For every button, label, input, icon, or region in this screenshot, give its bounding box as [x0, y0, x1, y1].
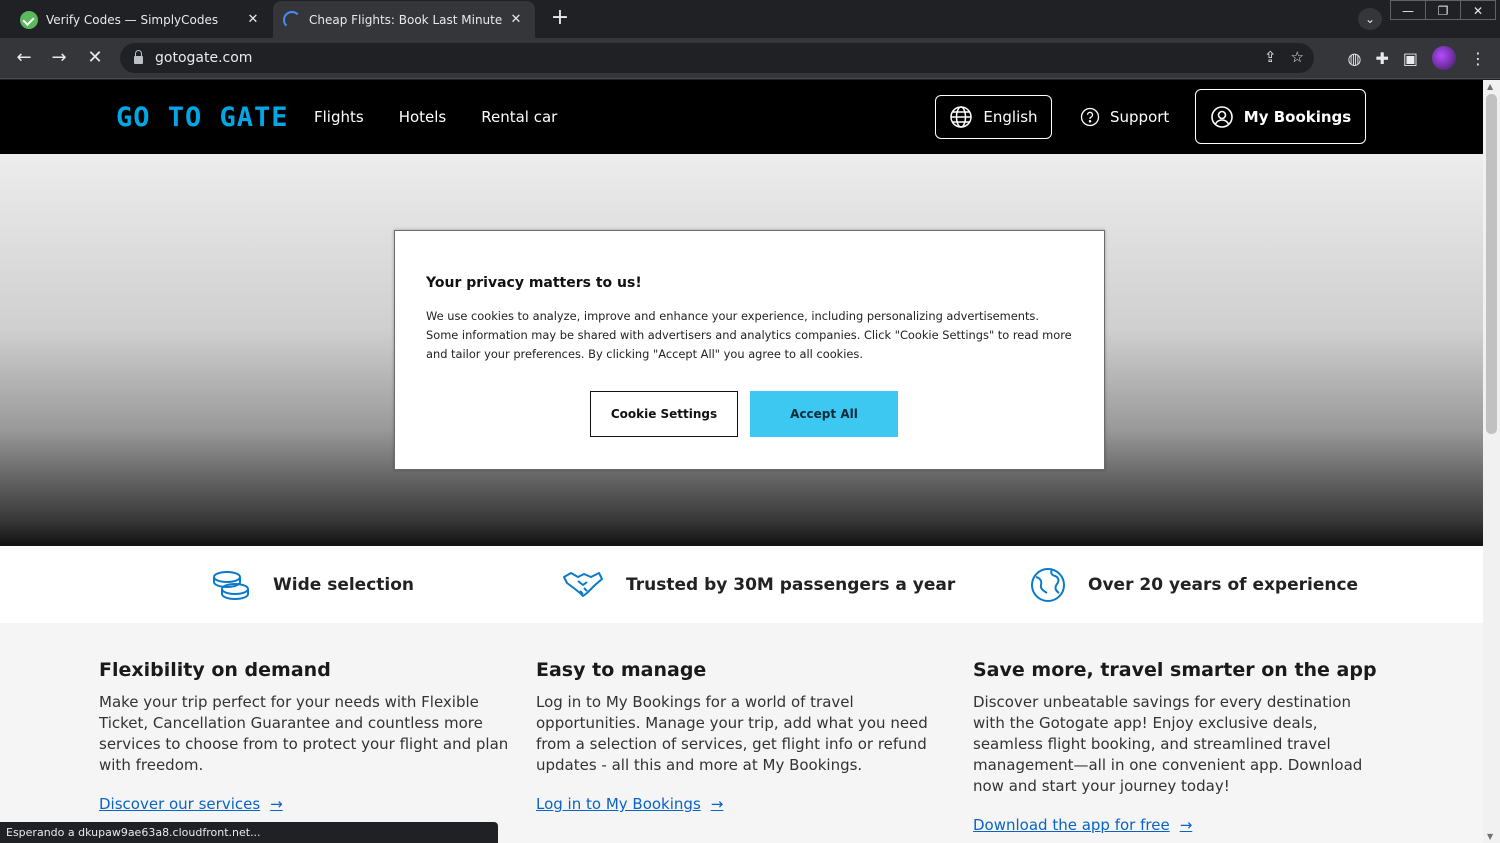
- link-label: Discover our services: [99, 795, 261, 813]
- restore-icon[interactable]: ❐: [1425, 0, 1461, 20]
- feature-wide-selection: Wide selection: [211, 546, 414, 623]
- cookie-title: Your privacy matters to us!: [426, 275, 642, 291]
- nav-rental-car[interactable]: Rental car: [481, 108, 557, 126]
- coins-icon: [213, 570, 249, 600]
- nav-hotels[interactable]: Hotels: [399, 108, 447, 126]
- stop-loading-icon[interactable]: ✕: [83, 46, 107, 70]
- tab-title: Verify Codes — SimplyCodes: [46, 12, 219, 27]
- feature-label: Trusted by 30M passengers a year: [626, 574, 956, 595]
- language-label: English: [983, 108, 1038, 126]
- site-header: GO TO GATE Flights Hotels Rental car Eng…: [0, 80, 1483, 154]
- tab-search-chevron-icon[interactable]: ⌄: [1358, 8, 1382, 30]
- arrow-right-icon: →: [710, 795, 724, 813]
- close-window-icon[interactable]: ✕: [1460, 0, 1496, 20]
- accept-all-button[interactable]: Accept All: [750, 391, 898, 437]
- window-controls: — ❐ ✕: [1390, 0, 1496, 20]
- extensions-puzzle-icon[interactable]: ✚: [1375, 49, 1388, 68]
- support-link[interactable]: Support: [1080, 95, 1169, 139]
- arrow-right-icon: →: [270, 795, 283, 813]
- card-title: Save more, travel smarter on the app: [973, 659, 1377, 681]
- features-strip: Wide selection Trusted by 30M passengers…: [0, 546, 1483, 623]
- main-nav: Flights Hotels Rental car: [314, 80, 557, 154]
- card-body: Make your trip perfect for your needs wi…: [99, 693, 509, 774]
- my-bookings-label: My Bookings: [1243, 107, 1352, 126]
- cookie-consent-dialog: Your privacy matters to us! We use cooki…: [394, 230, 1105, 470]
- back-arrow-icon[interactable]: ←: [12, 46, 36, 70]
- login-bookings-link[interactable]: Log in to My Bookings →: [536, 795, 723, 813]
- card-app: Save more, travel smarter on the app Dis…: [973, 659, 1383, 834]
- cookie-body: We use cookies to analyze, improve and e…: [426, 309, 1072, 361]
- download-app-link[interactable]: Download the app for free →: [973, 816, 1192, 834]
- card-flexibility: Flexibility on demand Make your trip per…: [99, 659, 509, 813]
- bookmark-star-icon[interactable]: ☆: [1291, 48, 1304, 66]
- close-tab-icon[interactable]: ✕: [507, 12, 525, 27]
- cookie-settings-button[interactable]: Cookie Settings: [590, 391, 738, 437]
- status-bar: Esperando a dkupaw9ae63a8.cloudfront.net…: [0, 822, 498, 843]
- card-body: Log in to My Bookings for a world of tra…: [536, 693, 928, 774]
- card-body: Discover unbeatable savings for every de…: [973, 693, 1363, 795]
- page-viewport: GO TO GATE Flights Hotels Rental car Eng…: [0, 80, 1483, 843]
- feature-label: Over 20 years of experience: [1088, 574, 1359, 595]
- tab-bar: Verify Codes — SimplyCodes ✕ Cheap Fligh…: [0, 0, 1500, 38]
- simplycodes-favicon-icon: [20, 10, 38, 29]
- address-bar[interactable]: gotogate.com ⇪ ☆: [120, 43, 1314, 73]
- handshake-icon: [563, 571, 603, 597]
- tab-gotogate[interactable]: Cheap Flights: Book Last Minute Flights …: [273, 1, 535, 38]
- card-title: Flexibility on demand: [99, 659, 331, 681]
- user-circle-icon: [1210, 105, 1233, 128]
- tab-title: Cheap Flights: Book Last Minute Flights: [309, 12, 507, 27]
- feature-trusted: Trusted by 30M passengers a year: [562, 546, 955, 623]
- feature-experience: Over 20 years of experience: [1030, 546, 1358, 623]
- menu-kebab-icon[interactable]: ⋮: [1470, 49, 1486, 68]
- close-tab-icon[interactable]: ✕: [244, 12, 262, 27]
- support-label: Support: [1110, 108, 1170, 126]
- hero-banner: Your privacy matters to us! We use cooki…: [0, 154, 1483, 546]
- info-cards: Flexibility on demand Make your trip per…: [0, 623, 1483, 843]
- arrow-right-icon: →: [1179, 816, 1193, 834]
- profile-avatar[interactable]: [1432, 46, 1456, 70]
- loading-spinner-icon: [283, 10, 301, 29]
- url-text[interactable]: gotogate.com: [155, 50, 252, 66]
- card-easy-manage: Easy to manage Log in to My Bookings for…: [536, 659, 946, 813]
- new-tab-plus-icon[interactable]: +: [548, 7, 572, 31]
- share-icon[interactable]: ⇪: [1264, 48, 1277, 66]
- forward-arrow-icon[interactable]: →: [47, 46, 71, 70]
- nav-flights[interactable]: Flights: [314, 108, 364, 126]
- link-label: Download the app for free: [973, 816, 1170, 834]
- question-circle-icon: [1080, 107, 1100, 127]
- card-title: Easy to manage: [536, 659, 707, 681]
- discover-services-link[interactable]: Discover our services →: [99, 795, 283, 813]
- scrollbar-thumb[interactable]: [1486, 94, 1497, 434]
- globe-icon: [1031, 567, 1065, 602]
- link-label: Log in to My Bookings: [536, 795, 701, 813]
- language-button[interactable]: English: [935, 95, 1052, 139]
- scroll-down-icon[interactable]: ▼: [1487, 832, 1493, 841]
- my-bookings-button[interactable]: My Bookings: [1195, 89, 1366, 144]
- feature-label: Wide selection: [273, 574, 415, 595]
- lock-icon[interactable]: [134, 50, 143, 64]
- side-panel-icon[interactable]: ▣: [1403, 49, 1418, 68]
- toolbar: ← → ✕ gotogate.com ⇪ ☆ ◍ ✚ ▣ ⋮: [0, 38, 1500, 79]
- scroll-up-icon[interactable]: ▲: [1487, 82, 1493, 91]
- globe-extension-icon[interactable]: ◍: [1348, 49, 1362, 68]
- globe-icon: [950, 106, 973, 128]
- minimize-icon[interactable]: —: [1390, 0, 1426, 20]
- gotogate-logo[interactable]: GO TO GATE: [116, 102, 289, 133]
- page-scrollbar[interactable]: ▲ ▼: [1483, 80, 1500, 843]
- tab-simplycodes[interactable]: Verify Codes — SimplyCodes ✕: [10, 1, 272, 38]
